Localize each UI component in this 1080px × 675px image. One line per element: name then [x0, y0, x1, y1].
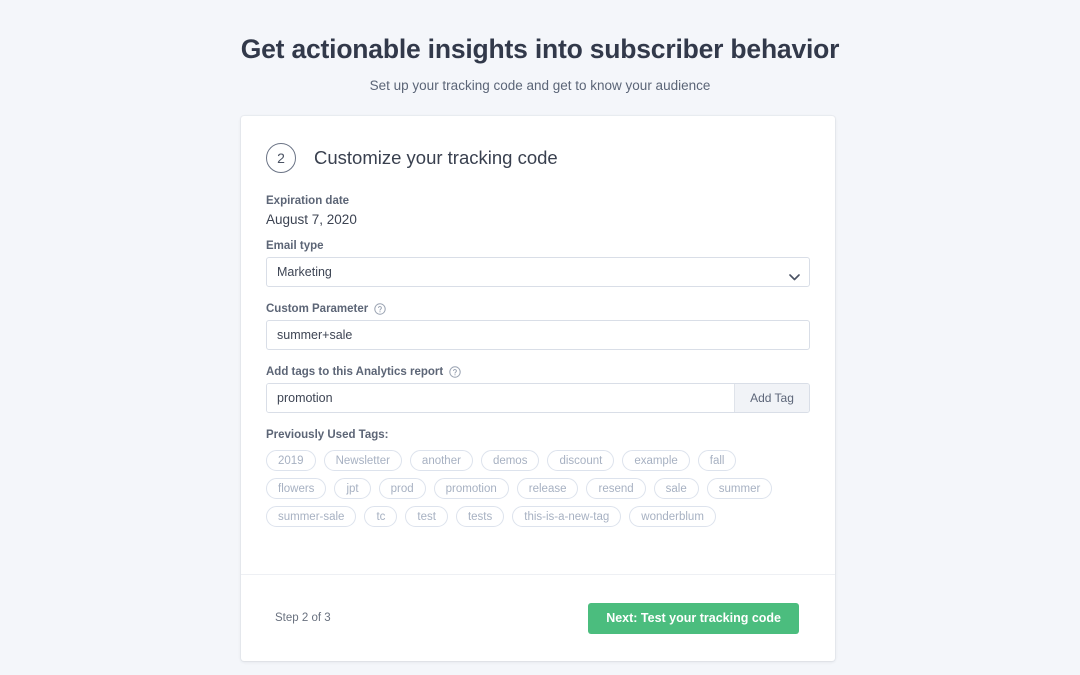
tag-input[interactable]: promotion	[267, 384, 734, 412]
page-title: Get actionable insights into subscriber …	[240, 34, 840, 64]
step-number-badge: 2	[266, 143, 296, 173]
tag-pill[interactable]: summer	[706, 478, 773, 499]
tag-pill[interactable]: promotion	[433, 478, 509, 499]
tag-pill[interactable]: prod	[378, 478, 426, 499]
page-root: Get actionable insights into subscriber …	[0, 0, 1080, 675]
custom-parameter-label: Custom Parameter	[266, 303, 810, 315]
step-counter: Step 2 of 3	[275, 612, 331, 624]
previously-used-tags-label: Previously Used Tags:	[266, 429, 389, 441]
tag-pill[interactable]: example	[622, 450, 690, 471]
tag-input-value: promotion	[277, 391, 333, 405]
custom-parameter-label-text: Custom Parameter	[266, 303, 369, 315]
step-title: Customize your tracking code	[314, 147, 558, 168]
expiration-date-label: Expiration date	[266, 195, 810, 207]
add-tags-label-text: Add tags to this Analytics report	[266, 366, 444, 378]
help-circle-icon[interactable]	[374, 303, 386, 315]
email-type-label: Email type	[266, 240, 810, 252]
tag-pill[interactable]: discount	[547, 450, 615, 471]
email-type-select-wrap: Marketing	[266, 257, 810, 287]
tag-pill[interactable]: 2019	[266, 450, 316, 471]
custom-parameter-value: summer+sale	[277, 328, 353, 342]
tag-pill[interactable]: wonderblum	[629, 506, 716, 527]
tag-pill[interactable]: another	[409, 450, 473, 471]
card-body: 2 Customize your tracking code Expiratio…	[241, 116, 835, 573]
tag-pill[interactable]: demos	[480, 450, 540, 471]
tag-pill[interactable]: summer-sale	[266, 506, 357, 527]
add-tags-label: Add tags to this Analytics report	[266, 366, 810, 378]
tag-pill[interactable]: flowers	[266, 478, 327, 499]
add-tag-button[interactable]: Add Tag	[734, 384, 809, 412]
tracking-code-card: 2 Customize your tracking code Expiratio…	[241, 116, 835, 661]
tag-pill[interactable]: fall	[697, 450, 737, 471]
tag-pill[interactable]: jpt	[334, 478, 371, 499]
email-type-label-text: Email type	[266, 240, 324, 252]
step-header: 2 Customize your tracking code	[266, 143, 810, 173]
tag-pill[interactable]: this-is-a-new-tag	[512, 506, 622, 527]
tag-pill[interactable]: Newsletter	[323, 450, 402, 471]
email-type-select[interactable]: Marketing	[266, 257, 810, 287]
tag-pill[interactable]: release	[516, 478, 579, 499]
next-step-button[interactable]: Next: Test your tracking code	[588, 602, 799, 634]
help-circle-icon[interactable]	[449, 366, 461, 378]
page-subtitle: Set up your tracking code and get to kno…	[369, 78, 711, 93]
tag-input-group: promotion Add Tag	[266, 383, 810, 413]
expiration-date-value: August 7, 2020	[266, 212, 357, 227]
expiration-date-label-text: Expiration date	[266, 195, 350, 207]
custom-parameter-input[interactable]: summer+sale	[266, 320, 810, 350]
tag-pill[interactable]: tc	[364, 506, 398, 527]
tag-pill[interactable]: tests	[455, 506, 505, 527]
email-type-selected-value: Marketing	[277, 265, 332, 279]
tag-pill[interactable]: test	[405, 506, 448, 527]
tag-pill[interactable]: sale	[653, 478, 699, 499]
tag-pill[interactable]: resend	[586, 478, 646, 499]
previously-used-tags-list: 2019 Newsletter another demos discount exampl…	[266, 450, 796, 527]
card-footer: Step 2 of 3 Next: Test your tracking cod…	[241, 574, 835, 661]
